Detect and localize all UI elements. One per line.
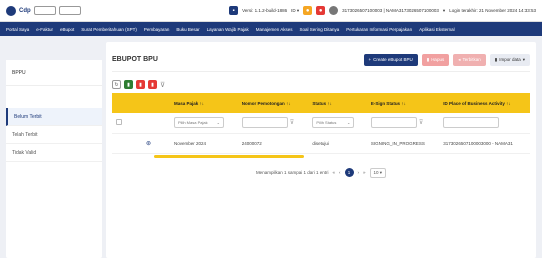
pagination-info: Menampilkan 1 sampai 1 dari 1 entri — [255, 170, 329, 175]
logo-text: Cdp — [19, 7, 31, 14]
main-panel: EBUPOT BPU + Create eBupot BPU ▮ Hapus ◂ Te… — [106, 42, 536, 258]
nav-manajemen-akses[interactable]: Manajemen Akses — [256, 27, 293, 32]
filter-row: Pilih Masa Pajak ⌄ ⊽ Pilih Status ⌄ ⊽ — [112, 113, 530, 134]
page-size-select[interactable]: 10 ▾ — [369, 167, 387, 178]
sort-icon: ↑↓ — [199, 100, 205, 106]
nav-spt[interactable]: Surat Pemberitahuan (SPT) — [81, 27, 137, 32]
sidebar-item-tidak-valid[interactable]: Tidak Valid — [6, 144, 102, 162]
plus-icon: + — [368, 57, 372, 62]
cell-status: disetujui — [308, 133, 367, 154]
nav-portal-saya[interactable]: Portal Saya — [6, 27, 29, 32]
col-masa-pajak[interactable]: Masa Pajak ↑↓ — [170, 93, 238, 113]
col-status[interactable]: Status ↑↓ — [308, 93, 367, 113]
col-nomor-pemotongan[interactable]: Nomor Pemotongan ↑↓ — [237, 93, 309, 113]
page-current[interactable]: 1 — [344, 168, 354, 177]
select-all-checkbox[interactable] — [116, 119, 122, 126]
info-icon[interactable]: ▪ — [229, 6, 239, 15]
account-dropdown-icon[interactable]: ▾ — [443, 8, 445, 14]
page-title: EBUPOT BPU — [112, 56, 158, 63]
nomor-filter-input[interactable] — [241, 117, 288, 129]
col-id-place[interactable]: ID Place of Business Activity ↑↓ — [439, 93, 530, 113]
sort-icon: ↑↓ — [286, 100, 291, 106]
top-bar: Cdp ▪ Versi: 1.1.2-build-1886 ID ▾ ● ● 3… — [0, 0, 542, 22]
chevron-down-icon: ▾ — [522, 56, 525, 62]
nav-layanan[interactable]: Layanan Wajib Pajak — [207, 27, 249, 32]
status-filter[interactable]: Pilih Status ⌄ — [312, 117, 355, 129]
sort-icon: ↑↓ — [327, 100, 332, 106]
sort-icon: ↑↓ — [401, 100, 406, 106]
first-page-icon[interactable]: « — [332, 170, 335, 175]
chevron-down-icon: ⌄ — [347, 120, 351, 126]
next-page-icon[interactable]: › — [358, 170, 360, 175]
sidebar-title: BPPU — [6, 60, 102, 86]
nav-faq[interactable]: Soal Sering Ditanya — [300, 27, 340, 32]
trash-icon: ▮ — [426, 56, 430, 62]
terbitkan-button[interactable]: ◂ Terbitkan — [453, 53, 486, 66]
nav-efaktur[interactable]: e-Faktur — [36, 27, 53, 32]
last-page-icon[interactable]: » — [363, 170, 366, 175]
sidebar-item-belum-terbit[interactable]: Belum Terbit — [6, 108, 102, 126]
user-avatar-icon[interactable] — [329, 6, 339, 15]
view-icon[interactable]: ⊛ — [146, 141, 151, 147]
export-csv-icon[interactable]: ▮ — [148, 80, 157, 89]
pagination: Menampilkan 1 sampai 1 dari 1 entri « ‹ … — [112, 167, 530, 178]
sidebar-banner — [6, 42, 102, 60]
last-login: Login terakhir: 21 November 2024 14:33:5… — [449, 8, 536, 13]
filter-icon[interactable]: ⊽ — [160, 81, 165, 89]
create-ebupot-button[interactable]: + Create eBupot BPU — [363, 53, 418, 66]
notification-icon[interactable]: ● — [303, 6, 313, 15]
main-header: EBUPOT BPU + Create eBupot BPU ▮ Hapus ◂ Te… — [112, 48, 530, 72]
nav-pertukaran-informasi[interactable]: Pertukaran Informasi Perpajakan — [346, 27, 412, 32]
sort-icon: ↑↓ — [506, 100, 511, 106]
nav-pembayaran[interactable]: Pembayaran — [144, 27, 170, 32]
top-right: ▪ Versi: 1.1.2-build-1886 ID ▾ ● ● 31730… — [229, 6, 536, 15]
refresh-icon[interactable]: ↻ — [112, 80, 121, 89]
hapus-button[interactable]: ▮ Hapus — [421, 53, 450, 66]
export-pdf-icon[interactable]: ▮ — [136, 80, 145, 89]
table-tools: ↻ ▮ ▮ ▮ ⊽ — [112, 80, 530, 89]
content: BPPU Belum Terbit Telah Terbit Tidak Val… — [0, 36, 542, 258]
nav-buku-besar[interactable]: Buku Besar — [176, 27, 199, 32]
taxpayer-id[interactable]: 3173026507100003 | NAMA3173026507100003 — [342, 8, 439, 13]
esign-filter-input[interactable] — [370, 117, 417, 129]
sidebar-item-telah-terbit[interactable]: Telah Terbit — [6, 126, 102, 144]
prev-page-icon[interactable]: ‹ — [339, 170, 341, 175]
nav-ebupot[interactable]: eBupot — [60, 27, 74, 32]
table-row[interactable]: ⊛ November 2024 24000072 disetujui SIGNI… — [112, 133, 530, 154]
cell-masa: November 2024 — [170, 133, 238, 154]
horizontal-scrollbar[interactable] — [154, 154, 304, 158]
id-filter-input[interactable] — [443, 117, 500, 129]
cell-id: 3173026507100003000 - NAMA31 — [439, 133, 530, 154]
ministry-logo — [33, 6, 56, 15]
chevron-down-icon: ⌄ — [216, 120, 220, 126]
send-icon: ◂ — [458, 56, 461, 62]
masa-pajak-filter[interactable]: Pilih Masa Pajak ⌄ — [174, 117, 224, 129]
coretax-logo-icon — [6, 5, 16, 16]
cell-esign: SIGNING_IN_PROGRESS — [366, 133, 440, 154]
nav-aplikasi-eksternal[interactable]: Aplikasi Eksternal — [419, 27, 455, 32]
data-table: Masa Pajak ↑↓ Nomor Pemotongan ↑↓ Status… — [112, 93, 530, 154]
djp-logo — [58, 6, 81, 15]
toolbar: + Create eBupot BPU ▮ Hapus ◂ Terbitkan ▮ Im… — [363, 53, 530, 66]
language-select[interactable]: ID ▾ — [291, 8, 299, 14]
export-excel-icon[interactable]: ▮ — [124, 80, 133, 89]
sidebar: BPPU Belum Terbit Telah Terbit Tidak Val… — [6, 42, 102, 258]
version-text: Versi: 1.1.2-build-1886 — [242, 8, 288, 13]
filter-icon[interactable]: ⊽ — [419, 119, 423, 126]
col-esign-status[interactable]: E-Sign Status ↑↓ — [366, 93, 440, 113]
filter-icon[interactable]: ⊽ — [290, 119, 294, 126]
alert-icon[interactable]: ● — [316, 6, 326, 15]
main-nav: Portal Saya e-Faktur eBupot Surat Pember… — [0, 22, 542, 36]
cell-nomor: 24000072 — [237, 133, 309, 154]
impor-data-button[interactable]: ▮ Impor data ▾ — [489, 53, 530, 66]
import-icon: ▮ — [494, 56, 498, 62]
logo-group: Cdp — [6, 5, 81, 16]
